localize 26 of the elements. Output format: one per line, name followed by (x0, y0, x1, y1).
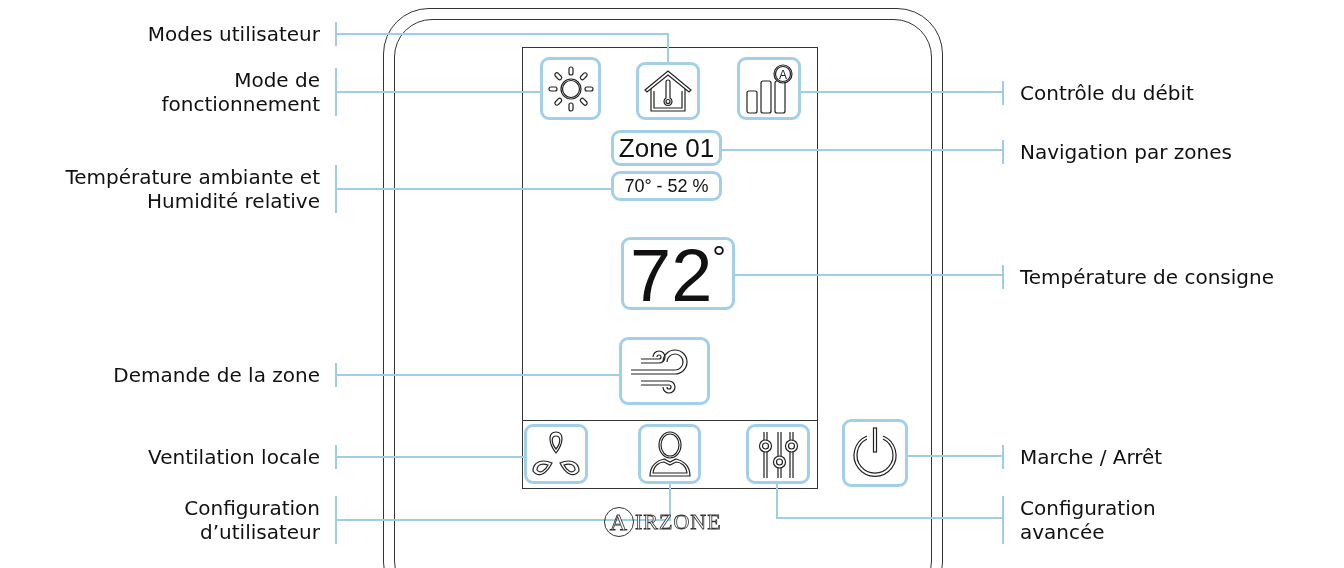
auto-badge-letter: A (779, 67, 787, 81)
advanced-settings-button[interactable] (746, 424, 810, 484)
callout-label: Ventilation locale (148, 445, 320, 469)
callout-label: Température ambiante et Humidité relative (65, 165, 320, 213)
callout-label: Mode de fonctionnement (161, 68, 320, 116)
callout-label: Température de consigne (1020, 265, 1274, 289)
callout-label: Navigation par zones (1020, 140, 1232, 164)
callout-label: Configuration avancée (1020, 496, 1156, 544)
callout-label: Modes utilisateur (147, 22, 320, 46)
callout-label: Contrôle du débit (1020, 81, 1194, 105)
mode-button[interactable] (540, 57, 601, 120)
user-modes-button[interactable] (636, 62, 700, 120)
house-thermometer-icon (642, 68, 694, 114)
callout-label: Configuration d’utilisateur (184, 496, 320, 544)
user-settings-button[interactable] (638, 424, 701, 484)
zone-demand-button[interactable] (619, 337, 710, 405)
power-button[interactable] (842, 419, 908, 487)
ambient-reading: 70° - 52 % (611, 171, 722, 201)
person-icon (646, 429, 693, 479)
sun-icon (546, 64, 595, 113)
callout-label: Demande de la zone (113, 363, 320, 387)
zone-name[interactable]: Zone 01 (611, 130, 722, 166)
setpoint-temperature[interactable]: 72° (621, 237, 735, 310)
callout-label: Marche / Arrêt (1020, 445, 1163, 469)
flow-control-button[interactable]: A (737, 57, 801, 120)
local-ventilation-button[interactable] (524, 424, 588, 484)
